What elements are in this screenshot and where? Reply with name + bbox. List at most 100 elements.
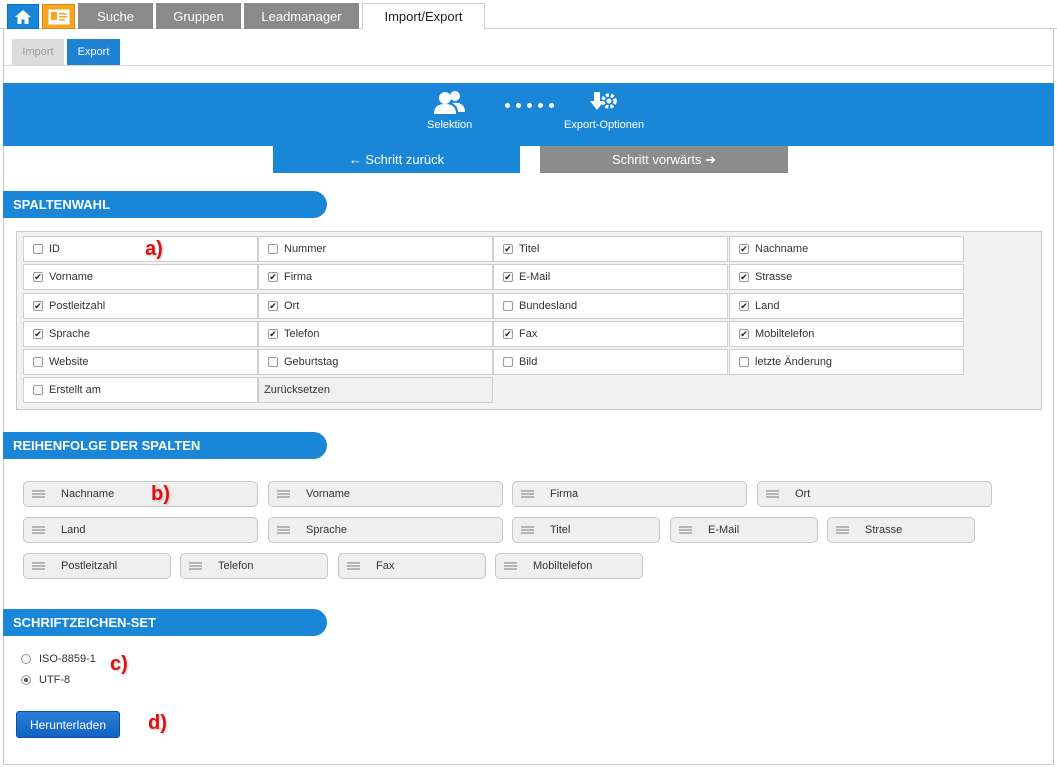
checkbox[interactable]: ✔ — [739, 244, 749, 254]
column-option-label: Erstellt am — [49, 384, 101, 396]
column-order-item[interactable]: Postleitzahl — [23, 553, 171, 579]
checkbox[interactable]: ✔ — [33, 272, 43, 282]
column-option[interactable]: ✔ Land — [729, 293, 964, 319]
checkbox[interactable] — [33, 357, 43, 367]
tab-gruppen[interactable]: Gruppen — [156, 3, 241, 29]
checkbox[interactable]: ✔ — [268, 301, 278, 311]
checkbox[interactable] — [268, 244, 278, 254]
column-order-item[interactable]: Nachname — [23, 481, 258, 507]
checkbox[interactable]: ✔ — [503, 244, 513, 254]
contact-card-icon[interactable] — [42, 4, 75, 29]
checkbox[interactable] — [33, 385, 43, 395]
column-order-label: Land — [61, 524, 86, 536]
column-order-item[interactable]: Sprache — [268, 517, 503, 543]
drag-handle-icon[interactable] — [189, 562, 202, 570]
tab-import-export[interactable]: Import/Export — [362, 3, 485, 30]
subtab-export[interactable]: Export — [67, 39, 120, 65]
checkbox[interactable]: ✔ — [33, 301, 43, 311]
column-option[interactable]: ✔ E-Mail — [493, 264, 728, 290]
drag-handle-icon[interactable] — [504, 562, 517, 570]
home-icon[interactable] — [7, 4, 39, 29]
column-option[interactable]: ✔ Firma — [258, 264, 493, 290]
download-button[interactable]: Herunterladen — [16, 711, 120, 738]
column-option[interactable]: Bundesland — [493, 293, 728, 319]
column-option[interactable]: Erstellt am — [23, 377, 258, 403]
reset-button[interactable]: Zurücksetzen — [258, 377, 493, 403]
column-option[interactable]: Website — [23, 349, 258, 375]
column-order-item[interactable]: Firma — [512, 481, 747, 507]
drag-handle-icon[interactable] — [32, 562, 45, 570]
step-forward-button[interactable]: Schritt vorwärts ➔ — [540, 146, 788, 173]
drag-handle-icon[interactable] — [277, 526, 290, 534]
charset-option-utf-8[interactable]: UTF-8 — [21, 674, 70, 686]
users-icon — [433, 91, 465, 114]
column-option[interactable]: ✔ Nachname — [729, 236, 964, 262]
column-option[interactable]: Geburtstag — [258, 349, 493, 375]
step-back-button[interactable]: ← Schritt zurück — [273, 146, 520, 173]
column-order-item[interactable]: Mobiltelefon — [495, 553, 643, 579]
checkbox[interactable] — [33, 244, 43, 254]
radio-button[interactable] — [21, 654, 31, 664]
column-order-item[interactable]: Land — [23, 517, 258, 543]
column-order-item[interactable]: Ort — [757, 481, 992, 507]
checkbox[interactable] — [268, 357, 278, 367]
checkbox[interactable]: ✔ — [739, 301, 749, 311]
column-order-label: Nachname — [61, 488, 115, 500]
column-option[interactable]: ✔ Strasse — [729, 264, 964, 290]
column-option-label: Firma — [284, 271, 313, 283]
column-option-label: Vorname — [49, 271, 94, 283]
column-order-item[interactable]: Vorname — [268, 481, 503, 507]
checkbox[interactable]: ✔ — [503, 272, 513, 282]
column-option[interactable]: ✔ Vorname — [23, 264, 258, 290]
checkbox[interactable] — [503, 357, 513, 367]
charset-option-iso-8859-1[interactable]: ISO-8859-1 — [21, 653, 96, 665]
wizard-step-selektion[interactable]: Selektion — [427, 91, 472, 131]
drag-handle-icon[interactable] — [679, 526, 692, 534]
column-order-item[interactable]: Strasse — [827, 517, 975, 543]
column-option-label: Titel — [519, 243, 540, 255]
tab-suche[interactable]: Suche — [78, 3, 153, 29]
column-option[interactable]: Nummer — [258, 236, 493, 262]
column-order-label: Telefon — [218, 560, 254, 572]
drag-handle-icon[interactable] — [277, 490, 290, 498]
column-option[interactable]: ✔ Titel — [493, 236, 728, 262]
drag-handle-icon[interactable] — [766, 490, 779, 498]
drag-handle-icon[interactable] — [32, 490, 45, 498]
column-option[interactable]: ✔ Postleitzahl — [23, 293, 258, 319]
checkbox[interactable]: ✔ — [739, 272, 749, 282]
checkbox[interactable]: ✔ — [268, 272, 278, 282]
column-option[interactable]: letzte Änderung — [729, 349, 964, 375]
column-option[interactable]: Bild — [493, 349, 728, 375]
wizard-step-export-optionen[interactable]: Export-Optionen — [564, 91, 644, 131]
column-order-item[interactable]: E-Mail — [670, 517, 818, 543]
column-option[interactable]: ✔ Mobiltelefon — [729, 321, 964, 347]
subtab-import[interactable]: Import — [12, 39, 64, 65]
column-order-item[interactable]: Telefon — [180, 553, 328, 579]
column-option[interactable]: ✔ Sprache — [23, 321, 258, 347]
drag-handle-icon[interactable] — [521, 526, 534, 534]
checkbox[interactable]: ✔ — [503, 329, 513, 339]
column-option-label: Nachname — [755, 243, 809, 255]
wizard-step-label: Selektion — [427, 119, 473, 131]
tab-leadmanager[interactable]: Leadmanager — [244, 3, 359, 29]
section-header-reihenfolge: REIHENFOLGE DER SPALTEN — [3, 432, 327, 459]
checkbox[interactable] — [503, 301, 513, 311]
drag-handle-icon[interactable] — [347, 562, 360, 570]
checkbox[interactable] — [739, 357, 749, 367]
column-option[interactable]: ✔ Ort — [258, 293, 493, 319]
column-option[interactable]: ✔ Telefon — [258, 321, 493, 347]
drag-handle-icon[interactable] — [521, 490, 534, 498]
drag-handle-icon[interactable] — [836, 526, 849, 534]
column-option[interactable]: ✔ Fax — [493, 321, 728, 347]
drag-handle-icon[interactable] — [32, 526, 45, 534]
radio-button[interactable] — [21, 675, 31, 685]
checkbox[interactable]: ✔ — [268, 329, 278, 339]
radio-label: ISO-8859-1 — [39, 653, 96, 665]
column-order-label: Postleitzahl — [61, 560, 118, 572]
column-order-item[interactable]: Fax — [338, 553, 486, 579]
column-option[interactable]: ID — [23, 236, 258, 262]
checkbox[interactable]: ✔ — [33, 329, 43, 339]
checkbox[interactable]: ✔ — [739, 329, 749, 339]
column-option-label: Ort — [284, 300, 300, 312]
column-order-item[interactable]: Titel — [512, 517, 660, 543]
